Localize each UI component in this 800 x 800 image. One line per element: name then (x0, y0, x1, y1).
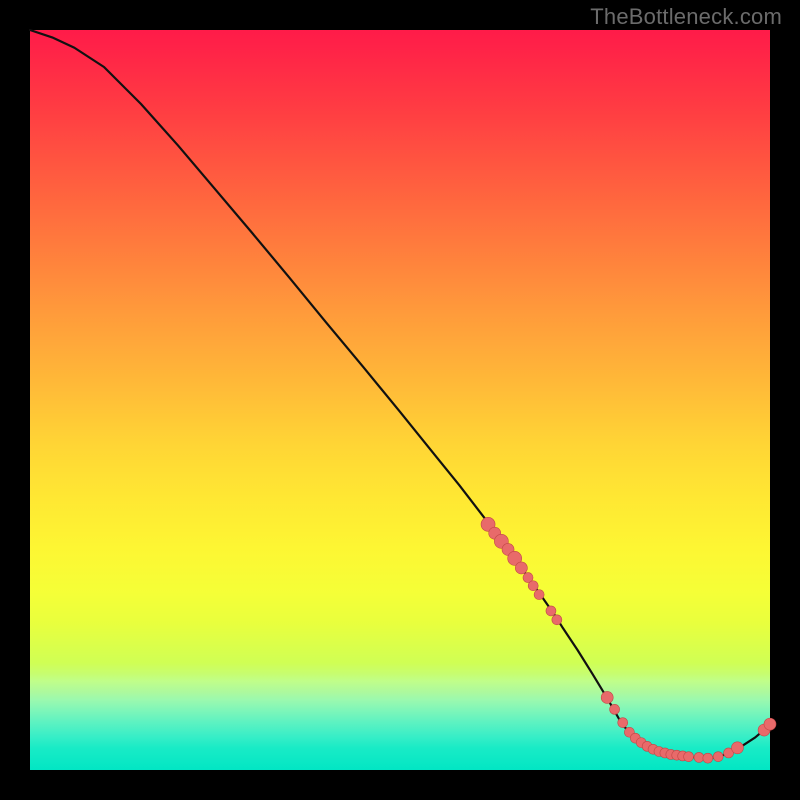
data-marker (713, 752, 723, 762)
data-marker (694, 752, 704, 762)
marker-group (481, 517, 776, 763)
data-marker (534, 590, 544, 600)
data-marker (731, 742, 743, 754)
data-marker (764, 718, 776, 730)
data-marker (703, 753, 713, 763)
data-marker (515, 562, 527, 574)
chart-frame: TheBottleneck.com (0, 0, 800, 800)
data-marker (610, 704, 620, 714)
data-marker (552, 615, 562, 625)
data-marker (618, 718, 628, 728)
attribution-text: TheBottleneck.com (590, 4, 782, 30)
plot-area (30, 30, 770, 770)
data-marker (528, 581, 538, 591)
chart-svg (30, 30, 770, 770)
bottleneck-curve-line (30, 30, 770, 758)
data-marker (601, 691, 613, 703)
data-marker (546, 606, 556, 616)
data-marker (684, 752, 694, 762)
